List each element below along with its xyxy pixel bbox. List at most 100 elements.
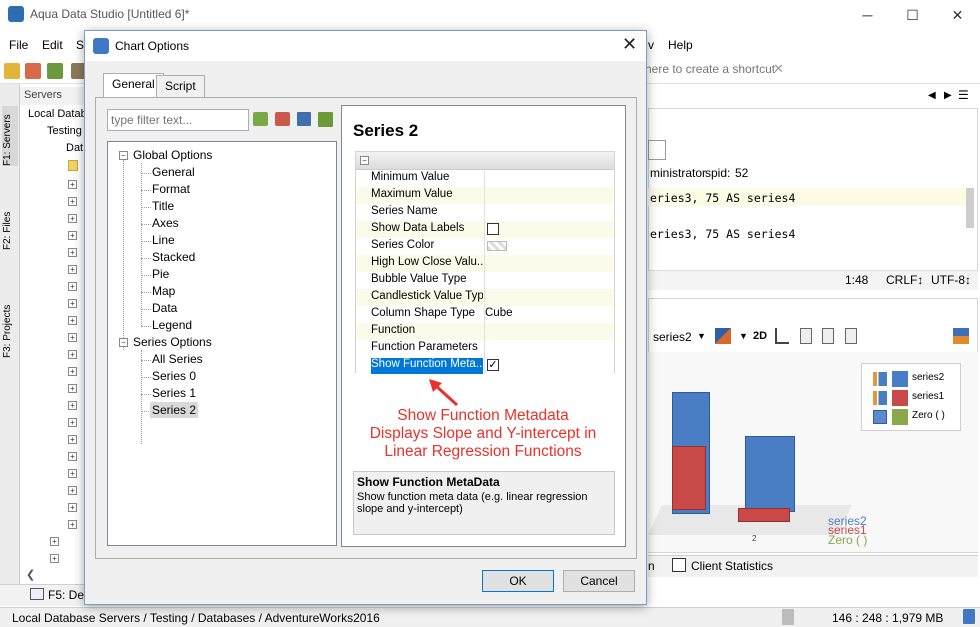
expand-icon[interactable]: +: [68, 248, 77, 257]
menu-v[interactable]: v: [648, 38, 654, 52]
axis-icon[interactable]: [775, 328, 789, 344]
expand-icon[interactable]: +: [50, 554, 59, 563]
tree-node-format[interactable]: Format: [152, 182, 190, 196]
property-row[interactable]: Function Parameters: [356, 340, 614, 357]
tab-script[interactable]: Script: [156, 75, 205, 97]
property-value[interactable]: [484, 323, 614, 340]
tree-node-axes[interactable]: Axes: [152, 216, 179, 230]
menu-list-icon[interactable]: ☰: [958, 88, 969, 102]
expand-icon[interactable]: +: [68, 265, 77, 274]
encoding-select[interactable]: UTF-8↕: [931, 273, 971, 287]
menu-edit[interactable]: Edit: [42, 38, 63, 52]
chart-tool-icon[interactable]: [845, 328, 857, 344]
expand-icon[interactable]: +: [68, 197, 77, 206]
property-value[interactable]: [484, 204, 614, 221]
property-row[interactable]: Candlestick Value Type: [356, 289, 614, 306]
grid-icon[interactable]: [47, 63, 63, 79]
line-ending-select[interactable]: CRLF↕: [886, 273, 923, 287]
tree-node-legend[interactable]: Legend: [152, 318, 192, 332]
new-icon[interactable]: [4, 63, 20, 79]
property-value[interactable]: [484, 340, 614, 357]
add-icon[interactable]: [253, 112, 268, 126]
tree-node-series-0[interactable]: Series 0: [152, 369, 196, 383]
expand-icon[interactable]: +: [68, 401, 77, 410]
tree-node-data[interactable]: Data: [152, 301, 177, 315]
show-data-labels-checkbox[interactable]: [487, 223, 499, 235]
tab-general[interactable]: General: [103, 73, 164, 97]
expand-icon[interactable]: +: [68, 486, 77, 495]
code-line-1[interactable]: eries3, 75 AS series4: [650, 191, 795, 205]
property-row[interactable]: High Low Close Valu...: [356, 255, 614, 272]
expand-icon[interactable]: +: [68, 299, 77, 308]
property-row[interactable]: Maximum Value: [356, 187, 614, 204]
collapse-icon[interactable]: −: [360, 156, 369, 165]
code-line-2[interactable]: eries3, 75 AS series4: [650, 227, 795, 241]
menu-help[interactable]: Help: [668, 38, 693, 52]
tree-node-pie[interactable]: Pie: [152, 267, 169, 281]
close-window-button[interactable]: ✕: [935, 2, 980, 28]
tree-node-stacked[interactable]: Stacked: [152, 250, 195, 264]
expand-icon[interactable]: +: [68, 503, 77, 512]
tree-node-series-2[interactable]: Series 2: [150, 402, 199, 418]
tab-files[interactable]: F2: Files: [2, 200, 18, 250]
tab-f5-details[interactable]: F5: Det: [48, 588, 87, 602]
collapse-icon[interactable]: −: [119, 338, 128, 347]
property-row[interactable]: Column Shape Type Cube: [356, 306, 614, 323]
color-swatch[interactable]: [487, 241, 507, 251]
expand-icon[interactable]: +: [68, 469, 77, 478]
property-row[interactable]: Series Name: [356, 204, 614, 221]
expand-icon[interactable]: +: [68, 435, 77, 444]
property-row[interactable]: Minimum Value: [356, 170, 614, 187]
server-databases[interactable]: Dat: [66, 142, 83, 154]
property-value[interactable]: [484, 255, 614, 272]
filter-input[interactable]: [107, 109, 249, 131]
expand-icon[interactable]: +: [68, 282, 77, 291]
expand-icon[interactable]: +: [68, 384, 77, 393]
export-icon[interactable]: [318, 112, 333, 127]
server-testing[interactable]: Testing: [47, 125, 82, 137]
color-icon[interactable]: [715, 328, 731, 344]
property-row[interactable]: Series Color: [356, 238, 614, 255]
menu-s[interactable]: S: [76, 38, 84, 52]
tree-node-global-options[interactable]: Global Options: [133, 148, 212, 162]
tree-node-all-series[interactable]: All Series: [152, 352, 203, 366]
property-value[interactable]: [484, 170, 614, 187]
scroll-left-icon[interactable]: ❮: [26, 568, 35, 581]
expand-icon[interactable]: +: [68, 452, 77, 461]
nav-right-icon[interactable]: ▶: [944, 90, 952, 101]
expand-icon[interactable]: +: [68, 231, 77, 240]
bar-series1[interactable]: [738, 508, 790, 522]
chevron-down-icon[interactable]: ▼: [697, 331, 706, 341]
remove-icon[interactable]: [275, 112, 290, 126]
save-icon[interactable]: [297, 112, 311, 126]
bar-series1[interactable]: [672, 446, 706, 510]
chart-tool-icon[interactable]: [822, 328, 834, 344]
tree-node-general[interactable]: General: [152, 165, 195, 179]
expand-icon[interactable]: +: [68, 180, 77, 189]
tree-node-map[interactable]: Map: [152, 284, 175, 298]
bar-series2[interactable]: [745, 436, 795, 512]
tree-node-series-options[interactable]: Series Options: [133, 335, 212, 349]
mode-2d-button[interactable]: 2D: [753, 330, 767, 342]
expand-icon[interactable]: +: [68, 333, 77, 342]
expand-icon[interactable]: +: [68, 520, 77, 529]
property-row-selected[interactable]: Show Function Meta... ✓: [356, 357, 614, 374]
expand-icon[interactable]: +: [68, 214, 77, 223]
nav-left-icon[interactable]: ◀: [928, 90, 936, 101]
minimize-button[interactable]: ─: [845, 2, 890, 28]
maximize-button[interactable]: ☐: [890, 2, 935, 28]
property-row[interactable]: Show Data Labels: [356, 221, 614, 238]
expand-icon[interactable]: +: [68, 418, 77, 427]
menu-file[interactable]: File: [9, 38, 28, 52]
expand-icon[interactable]: +: [50, 537, 59, 546]
tree-node-line[interactable]: Line: [152, 233, 175, 247]
chart-series-select[interactable]: series2: [653, 330, 692, 344]
property-value[interactable]: [484, 289, 614, 306]
tree-node-title[interactable]: Title: [152, 199, 174, 213]
results-tab-partial[interactable]: n: [648, 559, 655, 573]
tab-servers[interactable]: F1: Servers: [2, 106, 18, 166]
editor-scrollbar[interactable]: [966, 188, 974, 228]
collapse-icon[interactable]: −: [119, 151, 128, 160]
property-value[interactable]: [484, 272, 614, 289]
trash-icon[interactable]: [963, 609, 975, 624]
